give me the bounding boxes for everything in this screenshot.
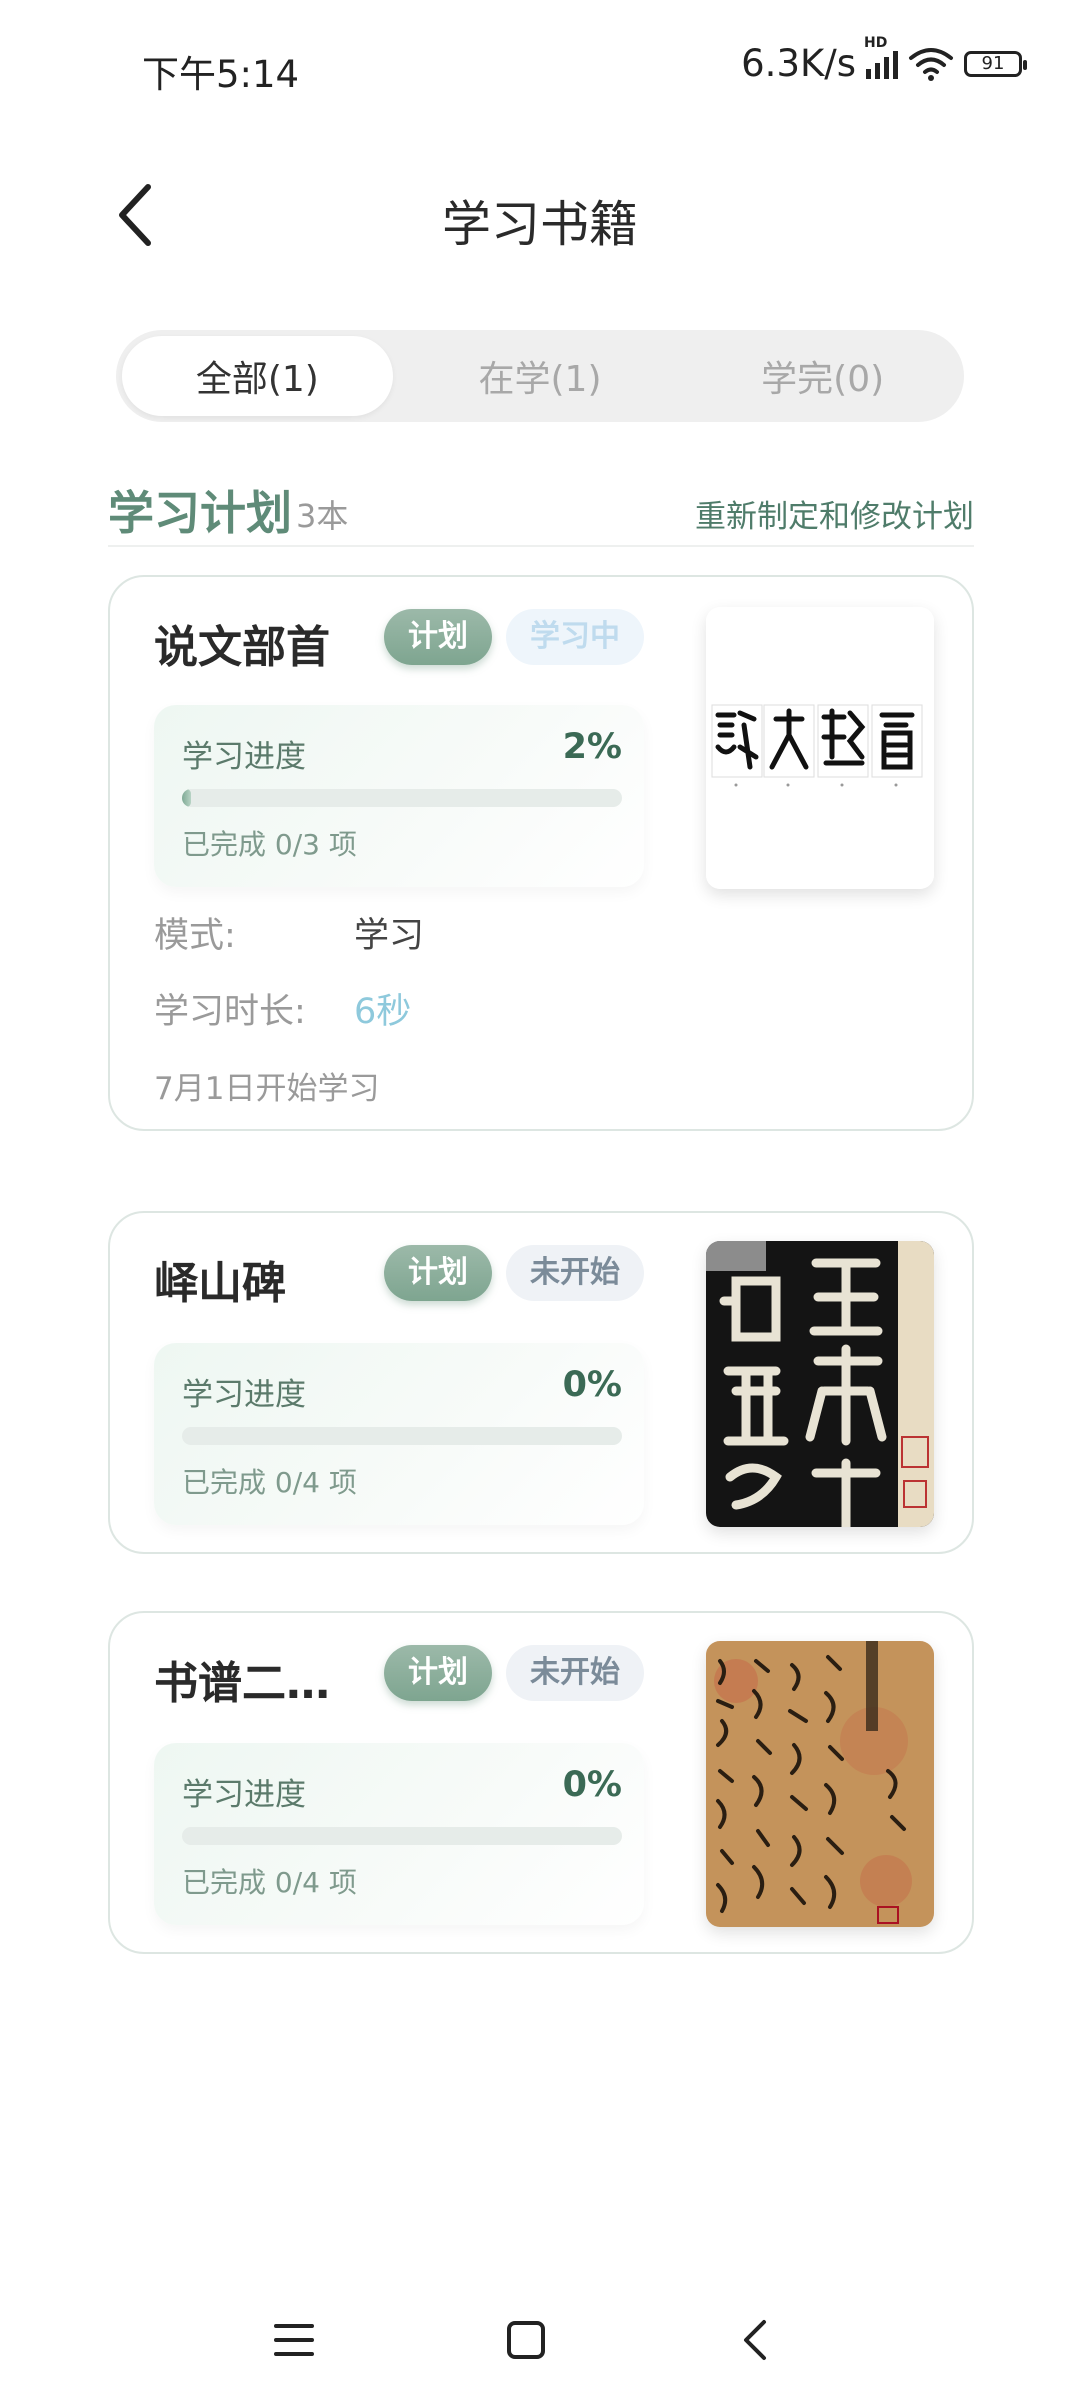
progress-panel: 学习进度 0% 已完成 0/4 项 xyxy=(154,1343,644,1525)
tab-finished[interactable]: 学完(0) xyxy=(687,336,958,416)
book-cover xyxy=(706,1241,934,1527)
book-cover xyxy=(706,1641,934,1927)
signal-icon: HD xyxy=(864,35,898,79)
status-bar: 下午5:14 6.3K/s HD 91 xyxy=(0,0,1080,110)
back-triangle-icon xyxy=(744,2320,766,2360)
mode-label: 模式: xyxy=(154,916,236,956)
status-time: 下午5:14 xyxy=(142,53,300,96)
wifi-icon xyxy=(909,47,953,81)
progress-label: 学习进度 xyxy=(182,739,306,775)
status-tag: 未开始 xyxy=(506,1245,644,1301)
status-tag: 学习中 xyxy=(506,609,644,665)
completed-count: 已完成 0/4 项 xyxy=(182,1466,357,1499)
home-square-icon xyxy=(507,2321,545,2359)
back-nav-button[interactable] xyxy=(716,2300,796,2380)
duration-label: 学习时长: xyxy=(154,992,306,1032)
section-count: 3本 xyxy=(296,497,349,535)
tab-learning[interactable]: 在学(1) xyxy=(405,336,676,416)
status-icons: 6.3K/s HD 91 xyxy=(741,35,1027,85)
battery-icon: 91 xyxy=(964,50,1027,77)
stele-rubbing-cover-image xyxy=(706,1241,934,1527)
seal-script-cover-image xyxy=(706,607,934,889)
progress-panel: 学习进度 2% 已完成 0/3 项 xyxy=(154,705,644,887)
menu-icon xyxy=(274,2324,314,2356)
book-card[interactable]: 峄山碑 计划 未开始 学习进度 0% 已完成 0/4 项 xyxy=(108,1211,974,1554)
start-date: 7月1日开始学习 xyxy=(154,1071,380,1107)
book-cover xyxy=(706,607,934,889)
system-navbar xyxy=(0,2300,1080,2400)
book-title: 峄山碑 xyxy=(154,1258,286,1309)
header: 学习书籍 xyxy=(0,165,1080,265)
cursive-calligraphy-cover-image xyxy=(706,1641,934,1927)
progress-bar xyxy=(182,1427,622,1445)
network-speed: 6.3K/s xyxy=(741,42,856,85)
completed-count: 已完成 0/3 项 xyxy=(182,828,357,861)
completed-count: 已完成 0/4 项 xyxy=(182,1866,357,1899)
mode-value: 学习 xyxy=(354,916,425,956)
book-title: 说文部首 xyxy=(154,622,330,673)
progress-percent: 2% xyxy=(562,727,622,767)
progress-percent: 0% xyxy=(562,1765,622,1805)
progress-label: 学习进度 xyxy=(182,1377,306,1413)
plan-tag: 计划 xyxy=(384,1645,492,1701)
progress-percent: 0% xyxy=(562,1365,622,1405)
progress-bar xyxy=(182,789,622,807)
modify-plan-link[interactable]: 重新制定和修改计划 xyxy=(695,491,974,536)
book-title: 书谱二… xyxy=(154,1658,330,1709)
book-card[interactable]: 书谱二… 计划 未开始 学习进度 0% 已完成 0/4 项 xyxy=(108,1611,974,1954)
page-title: 学习书籍 xyxy=(441,196,638,253)
tab-all[interactable]: 全部(1) xyxy=(122,336,393,416)
progress-panel: 学习进度 0% 已完成 0/4 项 xyxy=(154,1743,644,1925)
progress-label: 学习进度 xyxy=(182,1777,306,1813)
home-button[interactable] xyxy=(486,2300,566,2380)
study-plan-header: 学习计划 3本 重新制定和修改计划 xyxy=(108,475,974,547)
duration-value: 6秒 xyxy=(354,992,412,1032)
plan-tag: 计划 xyxy=(384,1245,492,1301)
status-tag: 未开始 xyxy=(506,1645,644,1701)
filter-tabs: 全部(1) 在学(1) 学完(0) xyxy=(116,330,964,422)
menu-button[interactable] xyxy=(254,2300,334,2380)
section-title: 学习计划 xyxy=(108,486,292,540)
plan-tag: 计划 xyxy=(384,609,492,665)
hd-badge: HD xyxy=(864,34,888,51)
progress-fill xyxy=(182,789,191,807)
book-card[interactable]: 说文部首 计划 学习中 学习进度 2% 已完成 0/3 项 模式: 学习 学习时… xyxy=(108,575,974,1131)
progress-bar xyxy=(182,1827,622,1845)
